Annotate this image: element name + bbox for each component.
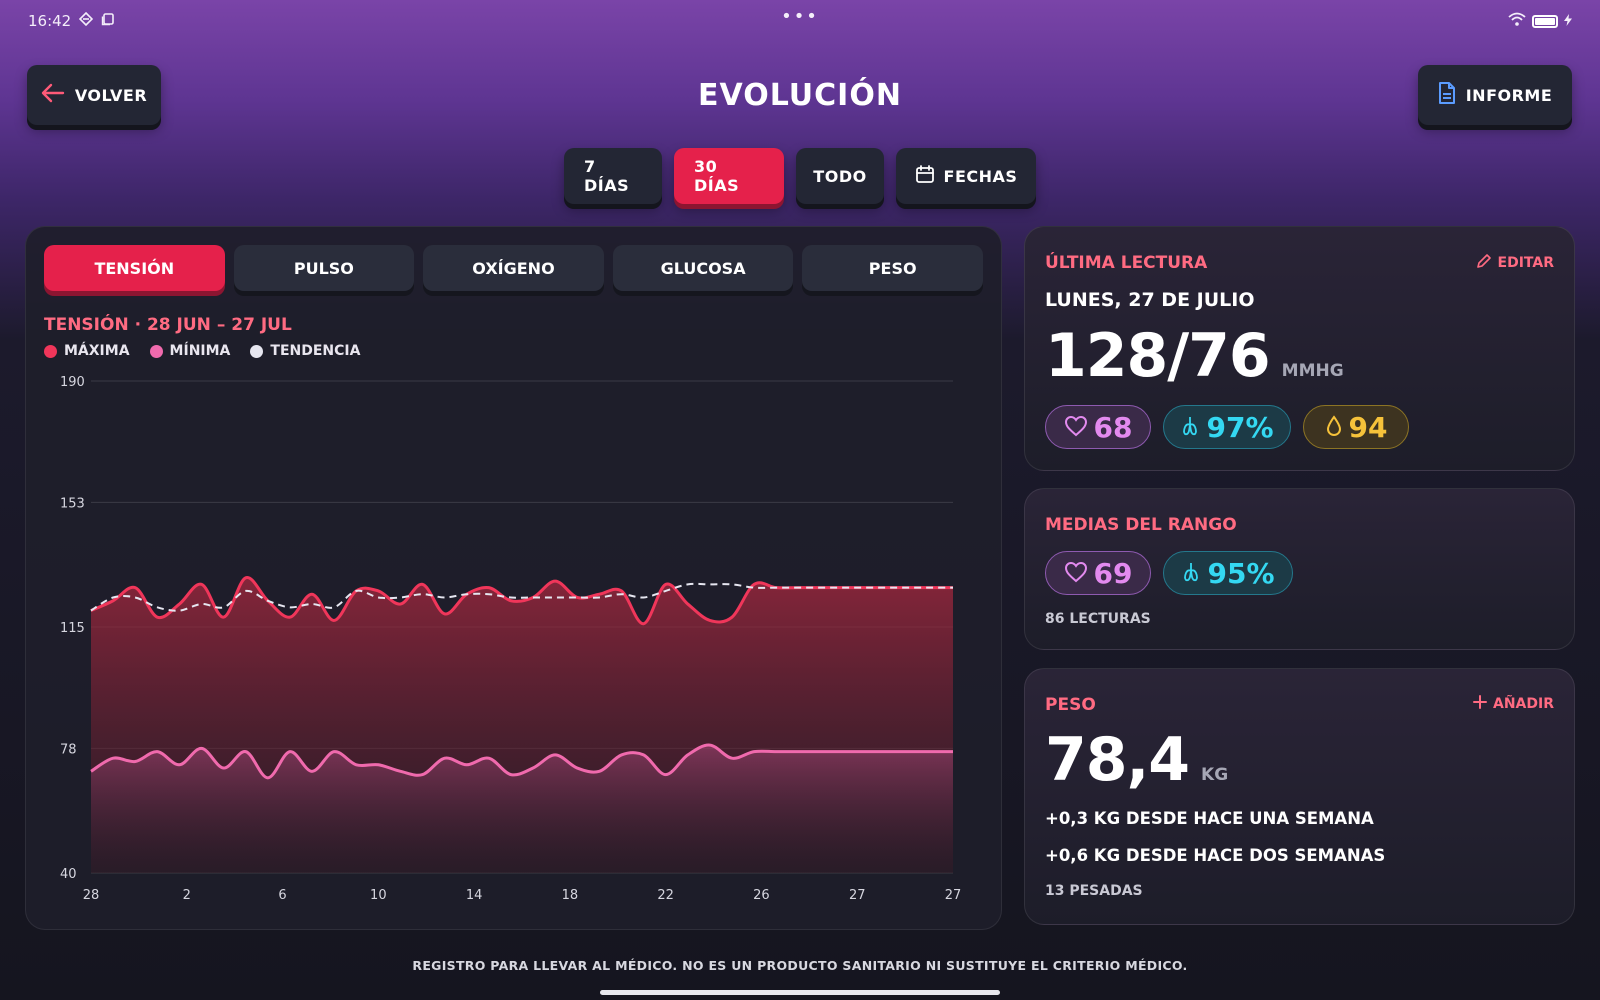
battery-icon — [1532, 14, 1558, 28]
lungs-icon — [1181, 557, 1201, 590]
chart-legend: MÁXIMA MÍNIMA TENDENCIA — [44, 343, 360, 359]
weight-change-two-weeks: +0,6 KG DESDE HACE DOS SEMANAS — [1045, 846, 1386, 865]
glucose-pill: 94 — [1303, 405, 1409, 449]
avg-oxygen-value: 95% — [1207, 556, 1275, 590]
plus-icon — [1473, 695, 1487, 713]
legend-dot-max — [44, 344, 57, 358]
x-tick-label: 22 — [657, 888, 674, 903]
tab-tension[interactable]: TENSIÓN — [44, 245, 225, 291]
weighings-count: 13 PESADAS — [1045, 883, 1143, 899]
oxygen-pill: 97% — [1163, 405, 1291, 449]
tab-7-days[interactable]: 7 DÍAS — [564, 148, 662, 204]
tab-oxygen-label: OXÍGENO — [472, 258, 555, 278]
x-tick-label: 14 — [466, 888, 483, 903]
pulse-pill: 68 — [1045, 405, 1151, 449]
weight-value: 78,4 — [1045, 725, 1190, 795]
tab-all-label: TODO — [813, 166, 867, 186]
status-bar: 16:42 ••• — [28, 6, 1572, 32]
range-averages-card: MEDIAS DEL RANGO 69 95% 86 LECTURAS — [1024, 488, 1575, 650]
legend-item-min: MÍNIMA — [149, 343, 231, 359]
tab-pulse[interactable]: PULSO — [233, 245, 415, 291]
avg-pulse-pill: 69 — [1045, 551, 1151, 595]
tab-glucose-label: GLUCOSA — [660, 258, 746, 278]
drop-icon — [1325, 411, 1343, 444]
pulse-value: 68 — [1093, 410, 1133, 444]
tab-tension-label: TENSIÓN — [94, 258, 175, 278]
disclaimer: REGISTRO PARA LLEVAR AL MÉDICO. NO ES UN… — [412, 958, 1188, 973]
heart-icon — [1064, 557, 1088, 590]
legend-item-trend: TENDENCIA — [250, 343, 360, 359]
range-tabs: 7 DÍAS 30 DÍAS TODO FECHAS — [0, 148, 1600, 204]
clipboard-icon — [101, 12, 115, 30]
legend-label-trend: TENDENCIA — [270, 343, 361, 359]
x-tick-label: 28 — [83, 888, 100, 903]
last-reading-label: ÚLTIMA LECTURA — [1045, 253, 1208, 273]
y-tick-label: 78 — [60, 742, 77, 757]
legend-dot-min — [149, 344, 163, 358]
x-tick-label: 26 — [753, 888, 770, 903]
tab-30-days[interactable]: 30 DÍAS — [674, 148, 784, 204]
x-tick-label: 10 — [370, 888, 387, 903]
tab-weight[interactable]: PESO — [802, 245, 983, 291]
edit-button-label: EDITAR — [1497, 255, 1554, 271]
x-tick-label: 27 — [945, 888, 962, 903]
calendar-icon — [915, 164, 935, 188]
y-tick-label: 153 — [60, 496, 85, 511]
readings-count: 86 LECTURAS — [1045, 611, 1151, 627]
weight-unit: KG — [1201, 765, 1229, 785]
x-tick-label: 27 — [849, 888, 866, 903]
blood-pressure-value: 128/76 — [1045, 321, 1271, 391]
document-icon — [1438, 82, 1456, 108]
y-tick-label: 40 — [60, 867, 77, 882]
weight-label: PESO — [1045, 695, 1096, 715]
chart-title: TENSIÓN · 28 JUN – 27 JUL — [44, 315, 292, 335]
report-button-label: INFORME — [1465, 85, 1553, 105]
tab-oxygen[interactable]: OXÍGENO — [423, 245, 604, 291]
vpn-icon — [79, 11, 94, 30]
tab-glucose[interactable]: GLUCOSA — [612, 245, 794, 291]
edit-button[interactable]: EDITAR — [1476, 253, 1554, 273]
last-reading-card: ÚLTIMA LECTURA EDITAR LUNES, 27 DE JULIO… — [1024, 226, 1575, 471]
tab-30-days-label: 30 DÍAS — [694, 157, 740, 195]
chart-panel: 40 78 115 153 190 28 2 6 10 14 18 22 26 27 27 TENSIÓN … — [25, 226, 1002, 930]
report-button[interactable]: INFORME — [1418, 65, 1572, 125]
weight-card: PESO AÑADIR 78,4 KG +0,3 KG DESDE HACE U… — [1024, 668, 1575, 925]
tab-dates[interactable]: FECHAS — [896, 148, 1036, 204]
tab-all[interactable]: TODO — [796, 148, 884, 204]
y-tick-label: 190 — [60, 375, 85, 390]
x-tick-label: 18 — [562, 888, 579, 903]
weight-change-week: +0,3 KG DESDE HACE UNA SEMANA — [1045, 809, 1374, 828]
y-tick-label: 115 — [60, 621, 85, 636]
legend-label-min: MÍNIMA — [169, 343, 231, 359]
x-tick-label: 2 — [183, 888, 191, 903]
charging-icon — [1564, 12, 1572, 30]
legend-dot-trend — [250, 344, 264, 358]
lungs-icon — [1180, 411, 1200, 444]
heart-icon — [1064, 411, 1088, 444]
tab-weight-label: PESO — [868, 258, 917, 278]
add-weight-button[interactable]: AÑADIR — [1473, 695, 1554, 713]
legend-label-max: MÁXIMA — [64, 343, 130, 359]
status-time: 16:42 — [28, 12, 72, 30]
home-indicator[interactable] — [600, 990, 1000, 995]
x-tick-label: 6 — [278, 888, 286, 903]
tab-dates-label: FECHAS — [943, 166, 1018, 186]
pencil-icon — [1476, 253, 1492, 273]
multitask-dots[interactable]: ••• — [781, 6, 819, 27]
add-weight-label: AÑADIR — [1493, 696, 1554, 712]
avg-pulse-value: 69 — [1093, 556, 1133, 590]
avg-oxygen-pill: 95% — [1163, 551, 1293, 595]
last-reading-date: LUNES, 27 DE JULIO — [1045, 289, 1255, 311]
legend-item-max: MÁXIMA — [44, 343, 130, 359]
wifi-icon — [1508, 12, 1526, 30]
page-title: EVOLUCIÓN — [698, 78, 902, 113]
tab-pulse-label: PULSO — [293, 258, 354, 278]
glucose-value: 94 — [1348, 410, 1388, 444]
oxygen-value: 97% — [1206, 410, 1274, 444]
range-averages-label: MEDIAS DEL RANGO — [1045, 515, 1237, 535]
tab-7-days-label: 7 DÍAS — [584, 157, 630, 195]
blood-pressure-unit: MMHG — [1281, 361, 1344, 381]
metric-tabs: TENSIÓN PULSO OXÍGENO GLUCOSA PESO — [44, 245, 983, 291]
